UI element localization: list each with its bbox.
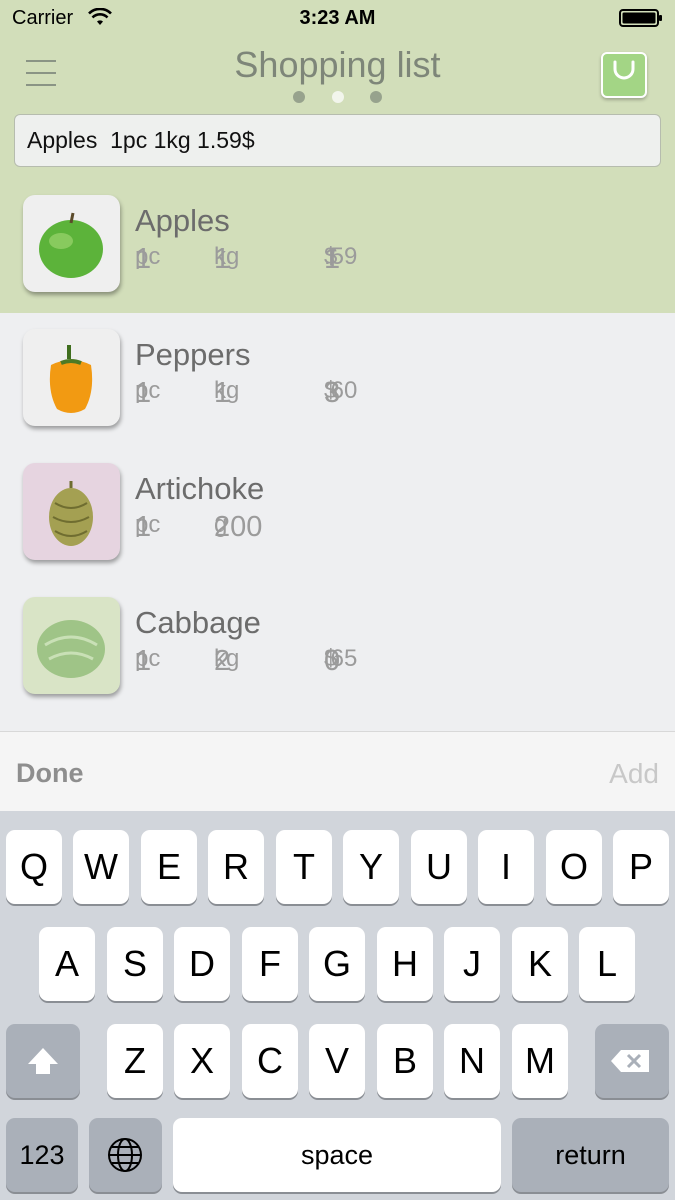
key-q[interactable]: Q bbox=[6, 830, 62, 904]
key-f[interactable]: F bbox=[242, 927, 298, 1001]
add-button[interactable]: Add bbox=[609, 758, 659, 790]
key-a[interactable]: A bbox=[39, 927, 95, 1001]
list-item-apples[interactable]: Apples 1 pc 1 kg $1.59 bbox=[0, 179, 675, 313]
page-title: Shopping list bbox=[234, 44, 441, 85]
item-details: 1 pc 1 kg $3.60 bbox=[135, 377, 655, 415]
item-details: 1 pc 2 kg $0.65 bbox=[135, 645, 655, 683]
nav-bar: Shopping list bbox=[0, 38, 675, 110]
key-j[interactable]: J bbox=[444, 927, 500, 1001]
battery-icon bbox=[619, 9, 662, 27]
shopping-bag-icon[interactable] bbox=[601, 52, 647, 98]
key-l[interactable]: L bbox=[579, 927, 635, 1001]
pepper-thumbnail bbox=[23, 329, 120, 426]
page-indicator[interactable] bbox=[0, 90, 675, 108]
item-weight-unit: kg bbox=[214, 377, 240, 404]
key-m[interactable]: M bbox=[512, 1024, 568, 1098]
list-item-cabbage[interactable]: Cabbage 1 pc 2 kg $0.65 bbox=[0, 581, 675, 715]
input-toolbar: Done Add bbox=[0, 731, 675, 811]
key-k[interactable]: K bbox=[512, 927, 568, 1001]
numbers-key[interactable]: 123 bbox=[6, 1118, 78, 1192]
page-dot-active[interactable] bbox=[331, 91, 344, 103]
key-n[interactable]: N bbox=[444, 1024, 500, 1098]
item-qty-unit: pc bbox=[135, 243, 161, 270]
key-z[interactable]: Z bbox=[107, 1024, 163, 1098]
item-details: 1 pc 200 g bbox=[135, 511, 655, 549]
key-v[interactable]: V bbox=[309, 1024, 365, 1098]
item-weight-unit: kg bbox=[214, 645, 240, 672]
cabbage-thumbnail bbox=[23, 597, 120, 694]
return-key[interactable]: return bbox=[512, 1118, 669, 1192]
globe-icon bbox=[108, 1138, 142, 1172]
item-qty-unit: pc bbox=[135, 377, 161, 404]
key-c[interactable]: C bbox=[242, 1024, 298, 1098]
key-g[interactable]: G bbox=[309, 927, 365, 1001]
key-i[interactable]: I bbox=[478, 830, 534, 904]
delete-key[interactable] bbox=[595, 1024, 669, 1098]
globe-key[interactable] bbox=[89, 1118, 162, 1192]
item-qty-unit: pc bbox=[135, 511, 161, 538]
key-u[interactable]: U bbox=[411, 830, 467, 904]
item-name: Artichoke bbox=[135, 471, 265, 506]
list-item-artichoke[interactable]: Artichoke 1 pc 200 g bbox=[0, 447, 675, 581]
key-y[interactable]: Y bbox=[343, 830, 399, 904]
keyboard: Q W E R T Y U I O P A S D F G H J K L Z … bbox=[0, 811, 675, 1200]
list-item-peppers[interactable]: Peppers 1 pc 1 kg $3.60 bbox=[0, 313, 675, 447]
item-weight-unit: kg bbox=[214, 243, 240, 270]
shift-icon bbox=[28, 1048, 58, 1074]
item-qty-unit: pc bbox=[135, 645, 161, 672]
item-name: Apples bbox=[135, 203, 230, 238]
item-name: Peppers bbox=[135, 337, 251, 372]
backspace-icon bbox=[611, 1050, 649, 1072]
key-p[interactable]: P bbox=[613, 830, 669, 904]
item-price-cents: .65 bbox=[324, 645, 358, 672]
item-price-cents: .60 bbox=[324, 377, 358, 404]
key-s[interactable]: S bbox=[107, 927, 163, 1001]
item-details: 1 pc 1 kg $1.59 bbox=[135, 243, 655, 281]
space-key[interactable]: space bbox=[173, 1118, 501, 1192]
status-bar: Carrier 3:23 AM bbox=[0, 0, 675, 38]
key-e[interactable]: E bbox=[141, 830, 197, 904]
key-o[interactable]: O bbox=[546, 830, 602, 904]
item-price-cents: .59 bbox=[324, 243, 358, 270]
key-h[interactable]: H bbox=[377, 927, 433, 1001]
page-dot[interactable] bbox=[293, 91, 306, 103]
page-dot[interactable] bbox=[369, 91, 382, 103]
key-d[interactable]: D bbox=[174, 927, 230, 1001]
key-r[interactable]: R bbox=[208, 830, 264, 904]
key-w[interactable]: W bbox=[73, 830, 129, 904]
shift-key[interactable] bbox=[6, 1024, 80, 1098]
done-button[interactable]: Done bbox=[16, 758, 84, 789]
key-x[interactable]: X bbox=[174, 1024, 230, 1098]
item-entry-input[interactable] bbox=[14, 114, 661, 167]
apple-thumbnail bbox=[23, 195, 120, 292]
key-t[interactable]: T bbox=[276, 830, 332, 904]
key-b[interactable]: B bbox=[377, 1024, 433, 1098]
item-weight-unit: g bbox=[214, 511, 228, 538]
clock: 3:23 AM bbox=[299, 7, 376, 29]
item-name: Cabbage bbox=[135, 605, 261, 640]
artichoke-thumbnail bbox=[23, 463, 120, 560]
